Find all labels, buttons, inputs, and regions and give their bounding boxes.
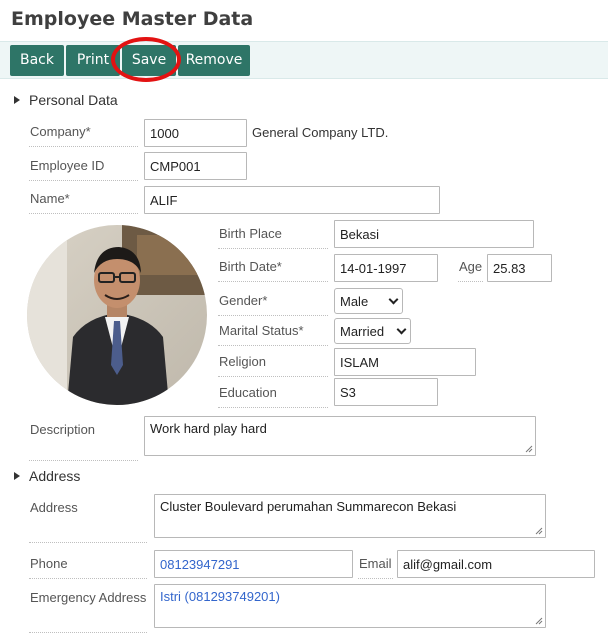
religion-field[interactable]: ISLAM bbox=[334, 348, 476, 376]
emergency-address-textarea[interactable]: Istri (081293749201) bbox=[154, 584, 546, 628]
marital-status-label: Marital Status* bbox=[219, 323, 304, 338]
description-label: Description bbox=[30, 422, 96, 437]
name-field[interactable]: ALIF bbox=[144, 186, 440, 214]
chevron-down-icon bbox=[388, 294, 399, 304]
address-value: Cluster Boulevard perumahan Summarecon B… bbox=[160, 499, 457, 514]
employee-photo bbox=[27, 225, 207, 405]
employee-id-label: Employee ID bbox=[30, 158, 105, 173]
label-underline bbox=[29, 578, 147, 579]
label-underline bbox=[29, 632, 147, 633]
age-field[interactable]: 25.83 bbox=[487, 254, 552, 282]
chevron-down-icon bbox=[396, 324, 407, 334]
label-underline bbox=[358, 578, 393, 579]
label-underline bbox=[29, 460, 138, 461]
birth-date-label: Birth Date* bbox=[219, 259, 282, 274]
expand-triangle-icon bbox=[14, 472, 20, 480]
label-underline bbox=[218, 281, 328, 282]
company-name-text: General Company LTD. bbox=[252, 125, 389, 140]
page-title: Employee Master Data bbox=[11, 8, 254, 30]
marital-status-select[interactable]: Married bbox=[334, 318, 411, 344]
label-underline bbox=[29, 146, 138, 147]
education-label: Education bbox=[219, 385, 277, 400]
remove-button[interactable]: Remove bbox=[178, 45, 250, 76]
email-label: Email bbox=[359, 556, 392, 571]
education-field[interactable]: S3 bbox=[334, 378, 438, 406]
section-personal-data-title: Personal Data bbox=[29, 92, 118, 108]
label-underline bbox=[218, 315, 328, 316]
section-address-title: Address bbox=[29, 468, 81, 484]
print-button[interactable]: Print bbox=[66, 45, 120, 76]
gender-value: Male bbox=[340, 293, 369, 309]
gender-select[interactable]: Male bbox=[334, 288, 403, 314]
label-underline bbox=[29, 542, 147, 543]
emergency-address-value: Istri (081293749201) bbox=[160, 589, 280, 604]
company-label: Company* bbox=[30, 124, 91, 139]
resize-grip-icon[interactable] bbox=[535, 617, 543, 625]
resize-grip-icon[interactable] bbox=[535, 527, 543, 535]
section-personal-data[interactable]: Personal Data bbox=[14, 92, 118, 108]
employee-id-field[interactable]: CMP001 bbox=[144, 152, 247, 180]
marital-status-value: Married bbox=[340, 323, 385, 339]
toolbar: Back Print Save Remove bbox=[0, 41, 608, 79]
religion-label: Religion bbox=[219, 354, 266, 369]
description-textarea[interactable]: Work hard play hard bbox=[144, 416, 536, 456]
emergency-address-label: Emergency Address bbox=[30, 590, 147, 605]
birth-place-field[interactable]: Bekasi bbox=[334, 220, 534, 248]
gender-label: Gender* bbox=[219, 293, 268, 308]
birth-place-label: Birth Place bbox=[219, 226, 282, 241]
label-underline bbox=[29, 213, 138, 214]
email-field[interactable]: alif@gmail.com bbox=[397, 550, 595, 578]
resize-grip-icon[interactable] bbox=[525, 445, 533, 453]
label-underline bbox=[218, 248, 328, 249]
label-underline bbox=[218, 407, 328, 408]
address-textarea[interactable]: Cluster Boulevard perumahan Summarecon B… bbox=[154, 494, 546, 538]
description-value: Work hard play hard bbox=[150, 421, 267, 436]
name-label: Name* bbox=[30, 191, 70, 206]
birth-date-field[interactable]: 14-01-1997 bbox=[334, 254, 438, 282]
phone-label: Phone bbox=[30, 556, 68, 571]
section-address[interactable]: Address bbox=[14, 468, 80, 484]
label-underline bbox=[218, 376, 328, 377]
age-label: Age bbox=[459, 259, 483, 274]
back-button[interactable]: Back bbox=[10, 45, 64, 76]
label-underline bbox=[458, 281, 483, 282]
label-underline bbox=[29, 180, 138, 181]
expand-triangle-icon bbox=[14, 96, 20, 104]
address-label: Address bbox=[30, 500, 78, 515]
phone-field[interactable]: 08123947291 bbox=[154, 550, 353, 578]
company-field[interactable]: 1000 bbox=[144, 119, 247, 147]
save-button[interactable]: Save bbox=[122, 45, 176, 76]
label-underline bbox=[218, 345, 328, 346]
